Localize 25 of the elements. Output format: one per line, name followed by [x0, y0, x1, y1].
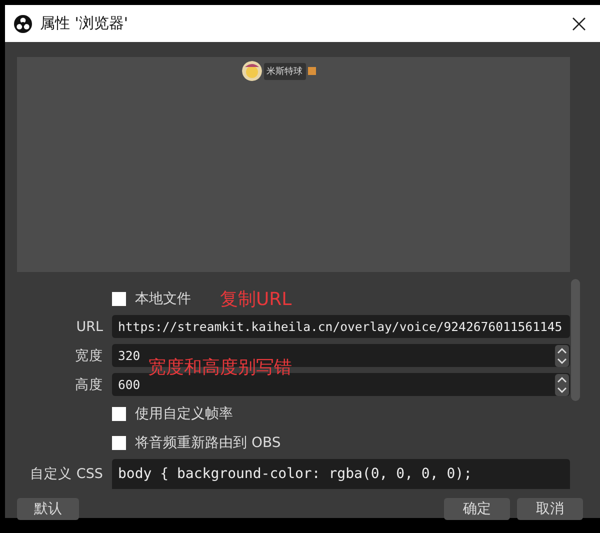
ok-button[interactable]: 确定	[444, 498, 510, 520]
cancel-button[interactable]: 取消	[517, 498, 583, 520]
window-title: 属性 '浏览器'	[40, 14, 130, 33]
annotation-text: 复制URL	[220, 288, 292, 311]
checkbox[interactable]	[112, 436, 126, 450]
checkbox[interactable]	[112, 406, 126, 420]
badge-icon	[308, 67, 316, 75]
user-name: 米斯特球	[264, 62, 306, 80]
close-icon[interactable]	[572, 16, 586, 30]
avatar-icon	[242, 61, 262, 81]
scrollbar[interactable]	[571, 279, 580, 401]
checkbox-label: 本地文件	[135, 290, 191, 308]
checkbox-label: 使用自定义帧率	[135, 404, 233, 422]
field-label: URL	[75, 318, 104, 334]
spinner-icon[interactable]	[555, 374, 569, 396]
field-label: 自定义 CSS	[29, 465, 104, 483]
checkbox-label: 将音频重新路由到 OBS	[135, 434, 281, 452]
field-label: 高度	[74, 376, 104, 394]
defaults-button[interactable]: 默认	[17, 498, 79, 520]
checkbox[interactable]	[112, 292, 126, 306]
url-field[interactable]: https://streamkit.kaiheila.cn/overlay/voice/9242676011561145	[112, 315, 570, 338]
logo-icon	[14, 14, 32, 32]
spinner-icon[interactable]	[555, 344, 569, 366]
css-field[interactable]: body { background-color: rgba(0, 0, 0, 0);	[112, 459, 570, 489]
field-label: 宽度	[74, 346, 104, 364]
